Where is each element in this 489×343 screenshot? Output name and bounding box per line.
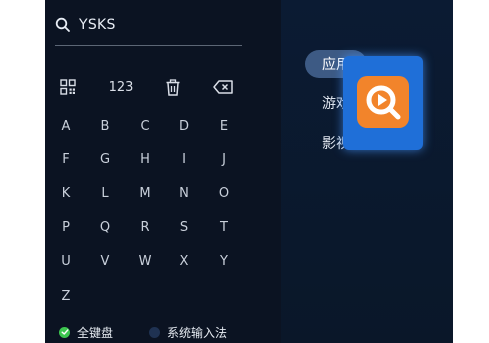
key-j[interactable]: J xyxy=(212,148,236,170)
key-m[interactable]: M xyxy=(133,182,157,204)
system-ime-label[interactable]: 系统输入法 xyxy=(167,324,227,341)
key-v[interactable]: V xyxy=(93,250,117,272)
key-s[interactable]: S xyxy=(172,216,196,238)
key-k[interactable]: K xyxy=(54,182,78,204)
key-u[interactable]: U xyxy=(54,250,78,272)
keyboard-panel: YSKS 123 A B C D E F G H I J K L M N O P… xyxy=(45,0,281,343)
clear-button[interactable] xyxy=(162,76,184,98)
key-e[interactable]: E xyxy=(212,115,236,137)
key-b[interactable]: B xyxy=(93,115,117,137)
play-search-app-icon xyxy=(357,76,409,128)
check-icon xyxy=(61,329,68,335)
key-l[interactable]: L xyxy=(93,182,117,204)
key-d[interactable]: D xyxy=(172,115,196,137)
category-panel: 应用 游戏 影视 xyxy=(281,0,453,343)
key-h[interactable]: H xyxy=(133,148,157,170)
right-margin xyxy=(453,0,489,343)
trash-icon xyxy=(166,78,180,96)
key-i[interactable]: I xyxy=(172,148,196,170)
qr-code-button[interactable] xyxy=(57,76,79,98)
key-x[interactable]: X xyxy=(172,250,196,272)
key-t[interactable]: T xyxy=(212,216,236,238)
key-a[interactable]: A xyxy=(54,115,78,137)
key-y[interactable]: Y xyxy=(212,250,236,272)
key-r[interactable]: R xyxy=(133,216,157,238)
key-g[interactable]: G xyxy=(93,148,117,170)
key-p[interactable]: P xyxy=(54,216,78,238)
system-ime-radio[interactable] xyxy=(149,326,161,338)
key-w[interactable]: W xyxy=(133,250,157,272)
key-o[interactable]: O xyxy=(212,182,236,204)
backspace-icon xyxy=(213,80,233,94)
key-q[interactable]: Q xyxy=(93,216,117,238)
magnifier-play-icon xyxy=(366,85,401,120)
full-keyboard-radio[interactable] xyxy=(59,326,70,338)
backspace-button[interactable] xyxy=(210,76,236,98)
app-result-card[interactable] xyxy=(343,56,423,150)
key-n[interactable]: N xyxy=(172,182,196,204)
qr-code-icon xyxy=(60,79,76,95)
search-icon xyxy=(55,17,70,32)
full-keyboard-label[interactable]: 全键盘 xyxy=(77,324,113,341)
search-underline xyxy=(55,45,242,46)
key-z[interactable]: Z xyxy=(54,285,78,307)
search-query: YSKS xyxy=(79,17,116,33)
keyboard-mode-selector: 全键盘 系统输入法 xyxy=(59,323,227,341)
function-key-row: 123 xyxy=(45,76,281,98)
key-f[interactable]: F xyxy=(54,148,78,170)
key-c[interactable]: C xyxy=(133,115,157,137)
numeric-keyboard-button[interactable]: 123 xyxy=(103,76,139,98)
tv-search-screen: YSKS 123 A B C D E F G H I J K L M N O P… xyxy=(45,0,453,343)
search-bar[interactable]: YSKS xyxy=(55,12,241,38)
